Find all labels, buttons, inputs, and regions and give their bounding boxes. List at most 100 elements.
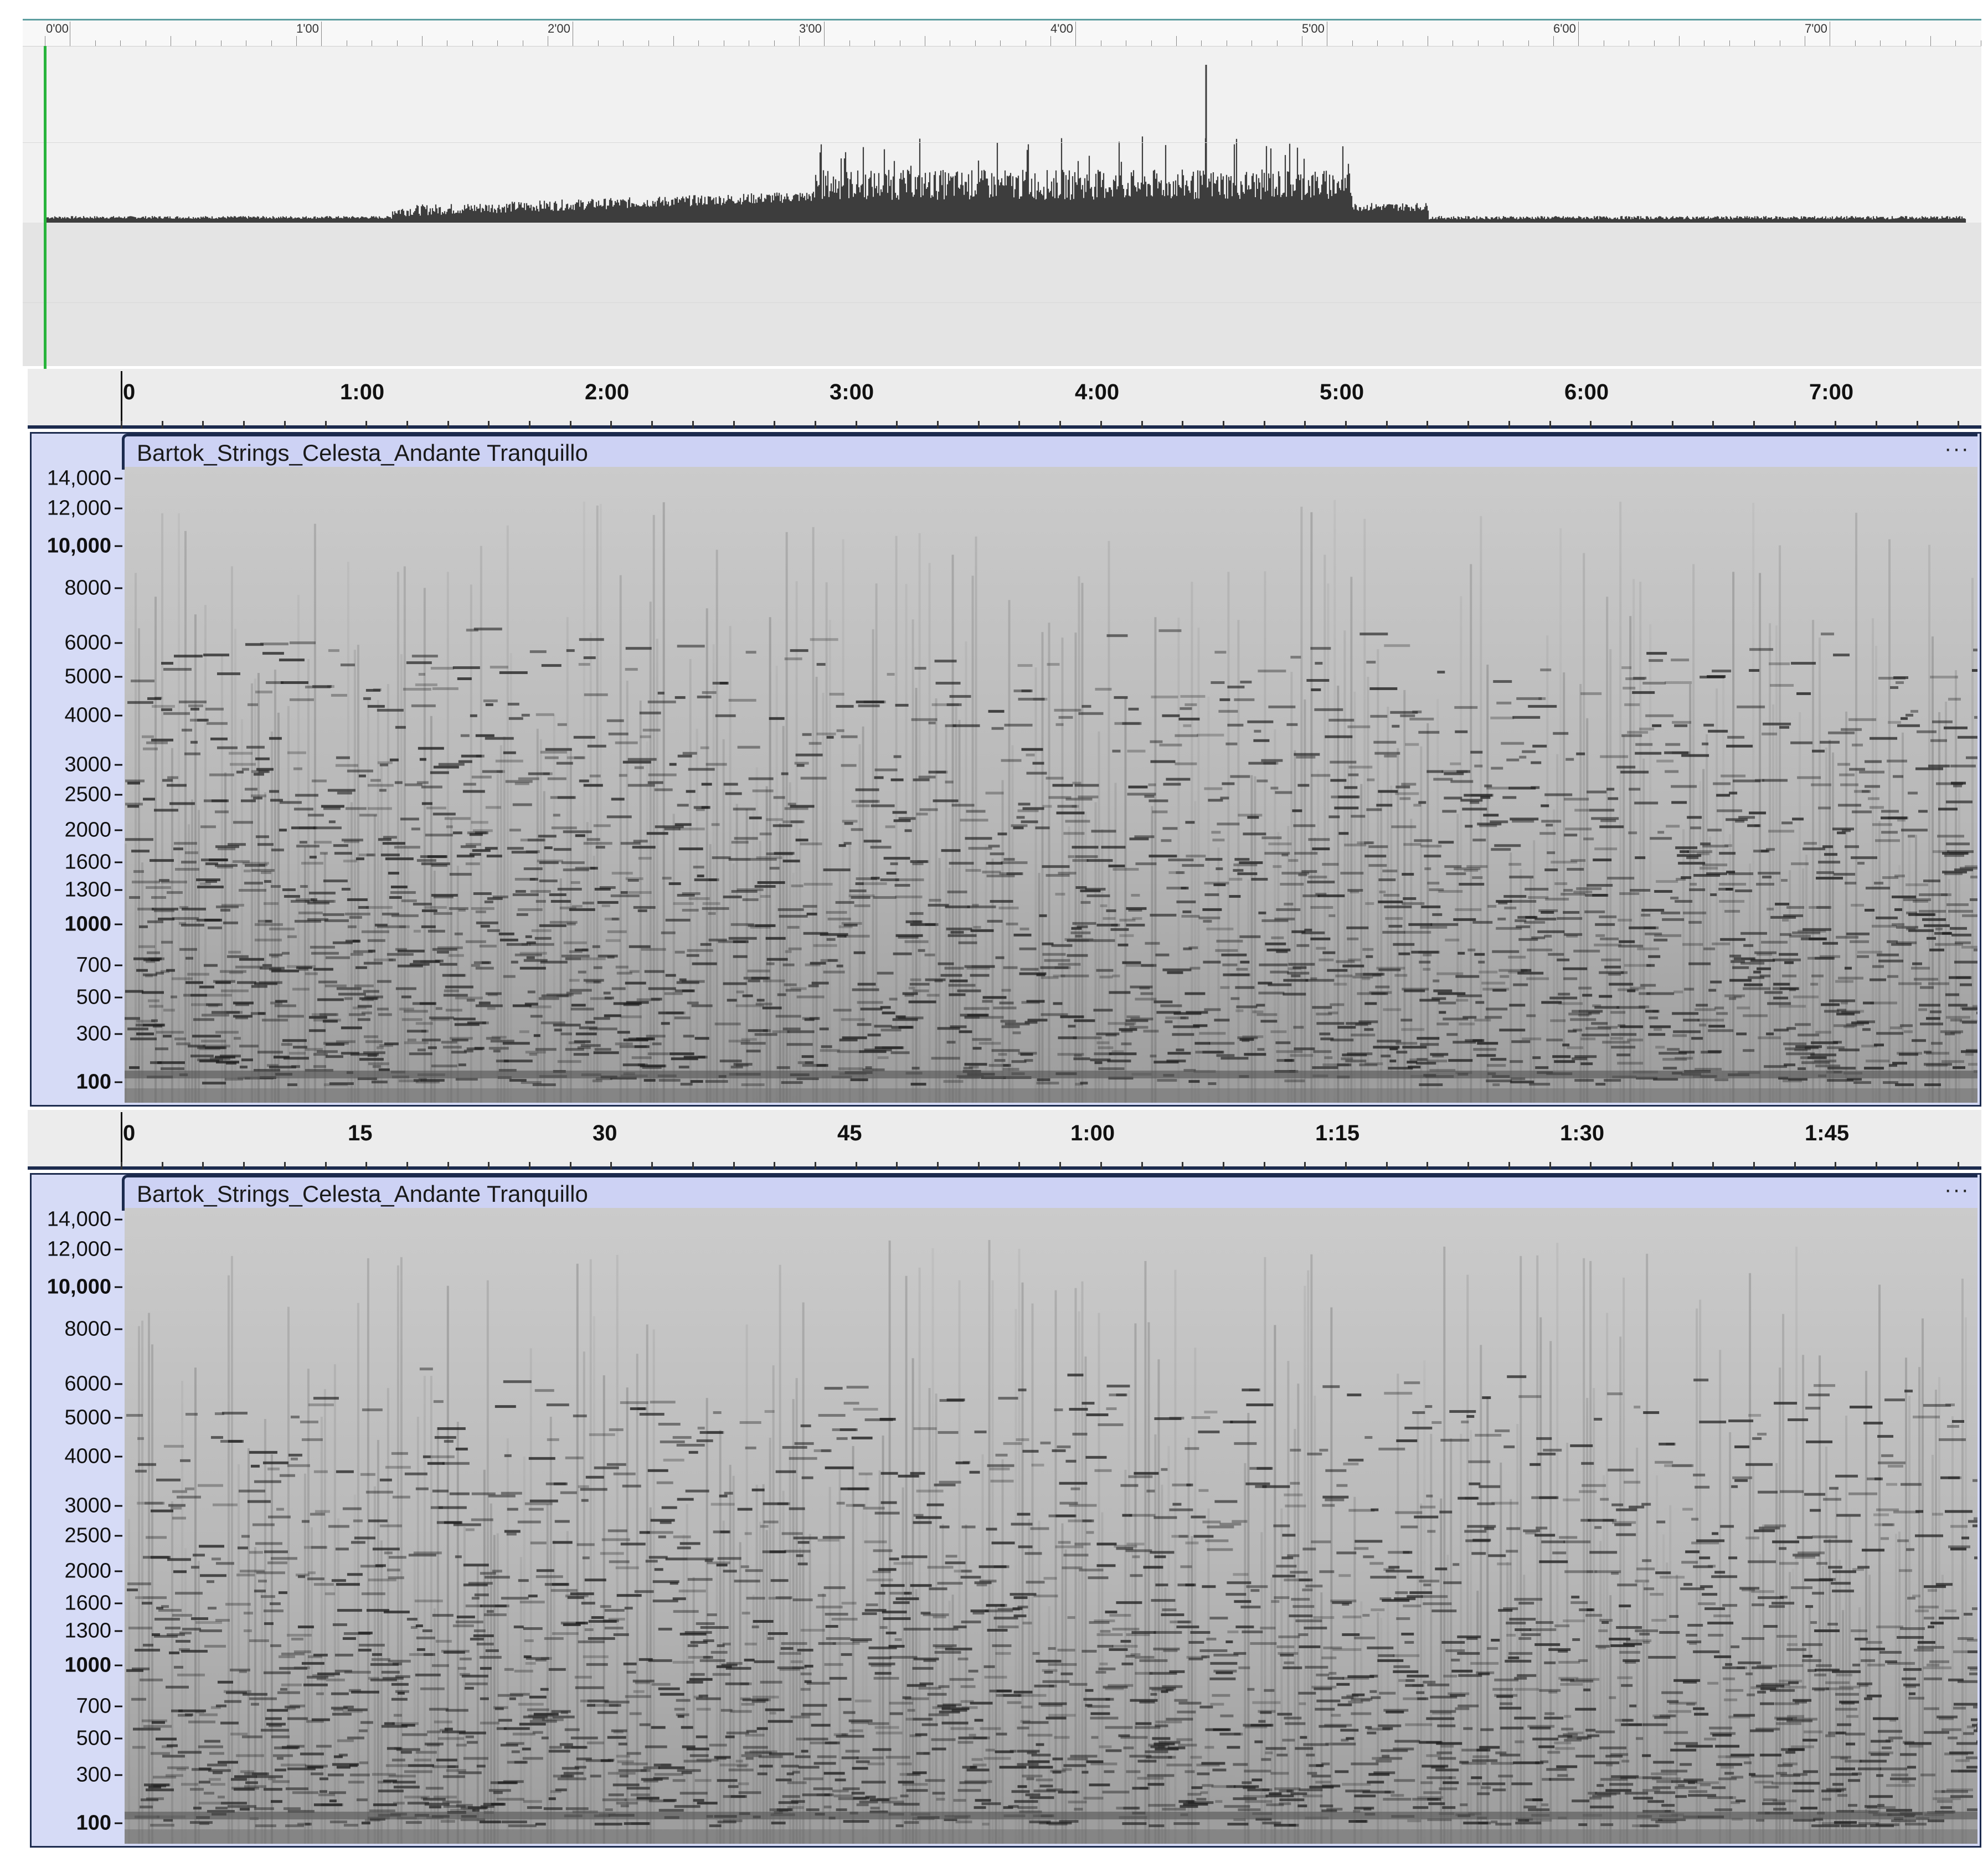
frequency-label: 2000 [64, 818, 111, 842]
frequency-label: 14,000 [47, 1207, 111, 1231]
ruler-minor-tick [243, 421, 245, 429]
overview-ruler-tick [1075, 22, 1077, 46]
frequency-label: 1000 [64, 1653, 111, 1677]
track-header[interactable]: Bartok_Strings_Celesta_Andante Tranquill… [122, 1175, 1977, 1211]
ruler-minor-tick [651, 1162, 653, 1170]
ruler-minor-tick [1467, 1162, 1470, 1170]
frequency-tick [115, 1455, 122, 1458]
overview-ruler-tick [1654, 40, 1655, 46]
overview-ruler-tick [321, 22, 322, 46]
ruler-label: 3:00 [830, 380, 874, 404]
overview-waveform-panel[interactable]: 0'00 1'00 2'00 3'00 4'00 5'00 6'00 7'00 [23, 19, 1981, 379]
ruler-minor-tick [814, 1162, 816, 1170]
ruler-minor-tick [161, 1162, 163, 1170]
overview-ruler-tick [1352, 40, 1353, 46]
ruler-minor-tick [1304, 1162, 1306, 1170]
frequency-label: 3000 [64, 753, 111, 776]
overview-time-ruler[interactable]: 0'00 1'00 2'00 3'00 4'00 5'00 6'00 7'00 [23, 20, 1981, 47]
overview-ruler-tick [1528, 40, 1529, 46]
spectrogram-track[interactable]: 14,000 12,000 10,000 8000 6000 5000 4000 3000 25… [30, 1173, 1981, 1848]
ruler-minor-tick [1467, 421, 1470, 429]
ruler-label: 0 [123, 1121, 136, 1145]
track-header[interactable]: Bartok_Strings_Celesta_Andante Tranquill… [122, 434, 1977, 470]
frequency-axis[interactable]: 14,000 12,000 10,000 8000 6000 5000 4000 3000 25… [32, 434, 125, 1105]
ruler-minor-tick [1835, 1162, 1837, 1170]
ruler-minor-tick [447, 1162, 449, 1170]
ruler-minor-tick [651, 421, 653, 429]
ruler-minor-tick [1141, 421, 1143, 429]
track-name[interactable]: Bartok_Strings_Celesta_Andante Tranquill… [137, 1181, 588, 1207]
overview-ruler-tick [1377, 40, 1378, 46]
overview-waveform[interactable] [23, 46, 1981, 379]
frequency-label: 6000 [64, 631, 111, 655]
ruler-minor-tick [1263, 1162, 1265, 1170]
ruler-minor-tick [488, 421, 490, 429]
ruler-minor-tick [1426, 1162, 1429, 1170]
frequency-tick [115, 1218, 122, 1221]
ruler-minor-tick [1916, 1162, 1918, 1170]
time-ruler-top[interactable]: 0 1:00 2:00 3:00 4:00 5:00 6:00 7:00 [28, 369, 1981, 429]
frequency-tick [115, 1602, 122, 1604]
track-name[interactable]: Bartok_Strings_Celesta_Andante Tranquill… [137, 440, 588, 466]
ruler-minor-tick [243, 1162, 245, 1170]
ruler-minor-tick [1835, 421, 1837, 429]
playhead-cursor[interactable] [44, 46, 47, 373]
overview-ruler-label: 0'00 [46, 22, 69, 35]
frequency-tick [115, 1774, 122, 1776]
ruler-minor-tick [1876, 421, 1878, 429]
overview-ruler-tick [1176, 36, 1177, 46]
overview-ruler-tick [824, 22, 825, 46]
ruler-minor-tick [1590, 421, 1592, 429]
track-menu-button[interactable]: ··· [1944, 436, 1970, 461]
ruler-minor-tick [1957, 1162, 1959, 1170]
ruler-minor-tick [1059, 1162, 1062, 1170]
spectrogram-view[interactable] [125, 1208, 1977, 1844]
ruler-minor-tick [202, 421, 204, 429]
ruler-minor-tick [1957, 421, 1959, 429]
overview-ruler-tick [648, 40, 649, 46]
ruler-minor-tick [1182, 1162, 1184, 1170]
time-ruler-bottom[interactable]: 0 15 30 45 1:00 1:15 1:30 1:45 [28, 1110, 1981, 1170]
ruler-minor-tick [1222, 421, 1224, 429]
frequency-tick [115, 587, 122, 589]
frequency-label: 3000 [64, 1494, 111, 1518]
ruler-label: 4:00 [1075, 380, 1120, 404]
overview-ruler-tick [1855, 40, 1856, 46]
overview-ruler-tick [1151, 40, 1152, 46]
overview-ruler-label: 7'00 [1805, 22, 1827, 35]
ruler-bottom-rule [28, 1166, 1981, 1170]
frequency-tick [115, 964, 122, 966]
ruler-minor-tick [1345, 421, 1347, 429]
ruler-minor-tick [610, 421, 612, 429]
spectrogram-graphic [125, 1208, 1977, 1844]
frequency-tick [115, 1417, 122, 1419]
frequency-label: 700 [76, 953, 111, 977]
spectrogram-track[interactable]: 14,000 12,000 10,000 8000 6000 5000 4000 3000 25… [30, 432, 1981, 1107]
overview-ruler-tick [1930, 36, 1931, 46]
frequency-label: 4000 [64, 1444, 111, 1468]
overview-ruler-label: 6'00 [1553, 22, 1576, 35]
ruler-minor-tick [610, 1162, 612, 1170]
overview-ruler-tick [1679, 36, 1680, 46]
ruler-label: 30 [593, 1121, 617, 1145]
ruler-bottom-rule [28, 425, 1981, 429]
ruler-minor-tick [1712, 421, 1714, 429]
ruler-minor-tick [1549, 421, 1551, 429]
frequency-axis[interactable]: 14,000 12,000 10,000 8000 6000 5000 4000 3000 25… [32, 1175, 125, 1846]
overview-ruler-tick [1578, 22, 1579, 46]
overview-ruler-tick [472, 40, 473, 46]
overview-ruler-tick [774, 40, 775, 46]
ruler-minor-tick [1386, 421, 1388, 429]
ruler-minor-tick [1426, 421, 1429, 429]
ruler-minor-tick [202, 1162, 204, 1170]
track-menu-button[interactable]: ··· [1944, 1177, 1970, 1202]
spectrogram-view[interactable] [125, 467, 1977, 1103]
frequency-tick [115, 829, 122, 831]
overview-ruler-tick [975, 40, 976, 46]
frequency-tick [115, 861, 122, 863]
ruler-minor-tick [1100, 1162, 1102, 1170]
ruler-label: 5:00 [1320, 380, 1364, 404]
ruler-label: 0 [123, 380, 136, 404]
overview-ruler-tick [623, 40, 624, 46]
frequency-tick [115, 996, 122, 999]
